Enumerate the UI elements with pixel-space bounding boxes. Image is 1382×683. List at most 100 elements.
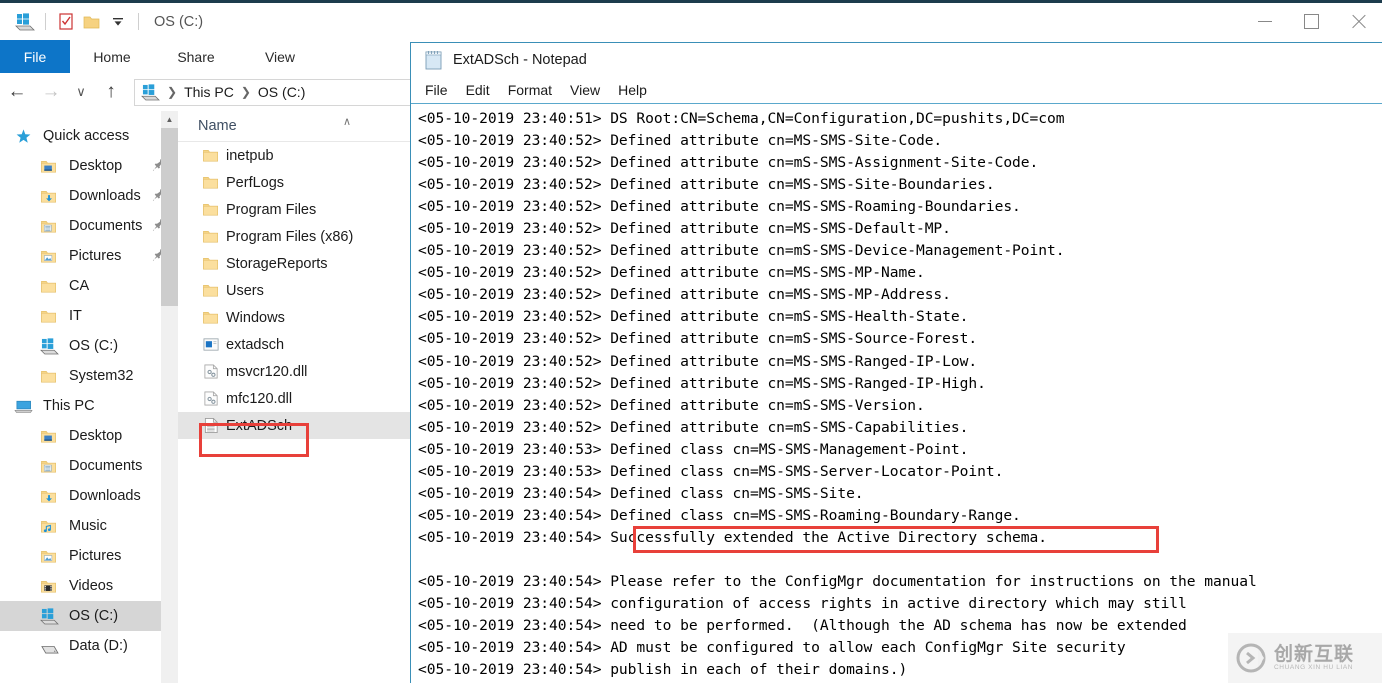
file-name-label: msvcr120.dll <box>226 363 308 380</box>
downloads-folder-icon <box>40 186 62 206</box>
sidebar-item-os-c[interactable]: OS (C:) <box>0 331 178 361</box>
menu-file[interactable]: File <box>425 82 448 98</box>
sidebar-item-label: IT <box>69 308 82 324</box>
desktop-folder-icon <box>40 156 62 176</box>
sidebar-item-system32[interactable]: System32 <box>0 361 178 391</box>
sidebar-item-downloads[interactable]: Downloads <box>0 481 178 511</box>
maximize-button[interactable] <box>1288 3 1335 40</box>
navigation-pane: Quick access Desktop Downloads Documents Pic… <box>0 111 178 683</box>
sidebar-item-label: Data (D:) <box>69 638 128 654</box>
customize-dropdown-icon[interactable] <box>105 9 131 35</box>
sidebar-item-music[interactable]: Music <box>0 511 178 541</box>
explorer-title-bar: OS (C:) <box>0 3 1382 40</box>
menu-format[interactable]: Format <box>508 82 552 98</box>
folder-icon <box>202 147 226 164</box>
minimize-button[interactable] <box>1241 3 1288 40</box>
sidebar-item-desktop[interactable]: Desktop <box>0 151 178 181</box>
desktop-folder-icon <box>40 426 62 446</box>
breadcrumb-item-os-c[interactable]: OS (C:) <box>258 84 305 100</box>
sidebar-item-pictures[interactable]: Pictures <box>0 241 178 271</box>
pictures-folder-icon <box>40 546 62 566</box>
application-icon <box>202 336 226 353</box>
folder-icon <box>202 201 226 218</box>
this-pc-icon <box>14 396 36 416</box>
tab-file[interactable]: File <box>0 40 70 73</box>
back-icon[interactable]: ← <box>0 75 34 109</box>
navpane-scroll-thumb[interactable] <box>161 111 178 306</box>
folder-icon <box>40 276 62 296</box>
sidebar-item-pictures[interactable]: Pictures <box>0 541 178 571</box>
watermark: 创新互联 CHUANG XIN HU LIAN <box>1228 633 1382 683</box>
chevron-up-icon[interactable]: ▲ <box>161 111 178 128</box>
file-name-label: extadsch <box>226 336 285 353</box>
sidebar-item-this-pc[interactable]: This PC <box>0 391 178 421</box>
sidebar-item-label: Quick access <box>43 128 130 144</box>
music-folder-icon <box>40 516 62 536</box>
dll-icon <box>202 390 226 407</box>
sidebar-item-ca[interactable]: CA <box>0 271 178 301</box>
tab-share[interactable]: Share <box>154 40 238 73</box>
file-name-label: mfc120.dll <box>226 390 293 407</box>
sidebar-item-os-c[interactable]: OS (C:) <box>0 601 178 631</box>
file-name-label: StorageReports <box>226 255 328 272</box>
sidebar-item-videos[interactable]: Videos <box>0 571 178 601</box>
up-icon[interactable]: ↑ <box>94 75 128 109</box>
sort-ascending-icon: ∧ <box>343 116 352 128</box>
breadcrumb-separator-2[interactable]: ❯ <box>234 85 258 99</box>
close-button[interactable] <box>1335 3 1382 40</box>
navpane-scrollbar[interactable]: ▲ <box>161 111 178 683</box>
folder-icon <box>202 282 226 299</box>
menu-help[interactable]: Help <box>618 82 647 98</box>
file-name-label: ExtADSch <box>226 417 293 434</box>
sidebar-item-it[interactable]: IT <box>0 301 178 331</box>
forward-icon[interactable]: → <box>34 75 68 109</box>
notepad-text-area[interactable]: <05-10-2019 23:40:51> DS Root:CN=Schema,… <box>412 105 1382 683</box>
sidebar-item-desktop[interactable]: Desktop <box>0 421 178 451</box>
drive-icon <box>40 636 62 656</box>
file-name-label: inetpub <box>226 147 274 164</box>
file-name-label: Windows <box>226 309 285 326</box>
watermark-cn: 创新互联 <box>1274 642 1355 665</box>
sidebar-item-documents[interactable]: Documents <box>0 451 178 481</box>
tab-view[interactable]: View <box>238 40 322 73</box>
recent-locations-icon[interactable]: ∨ <box>68 75 94 109</box>
sidebar-item-label: Pictures <box>69 548 122 564</box>
sidebar-item-downloads[interactable]: Downloads <box>0 181 178 211</box>
sidebar-item-data-d[interactable]: Data (D:) <box>0 631 178 661</box>
folder-icon <box>202 309 226 326</box>
new-folder-icon[interactable] <box>79 9 105 35</box>
menu-view[interactable]: View <box>570 82 600 98</box>
sidebar-item-label: Desktop <box>69 428 123 444</box>
explorer-window-controls <box>1241 3 1382 40</box>
sidebar-item-label: Documents <box>69 458 143 474</box>
watermark-text: 创新互联 CHUANG XIN HU LIAN <box>1274 642 1355 672</box>
this-pc-icon[interactable] <box>12 9 38 35</box>
breadcrumb-separator-1[interactable]: ❯ <box>160 85 184 99</box>
sidebar-item-label: OS (C:) <box>69 608 119 624</box>
sidebar-item-label: Pictures <box>69 248 122 264</box>
drive-windows-icon <box>40 336 62 356</box>
tab-home[interactable]: Home <box>70 40 154 73</box>
sidebar-item-label: Music <box>69 518 107 534</box>
sidebar-item-quick-access[interactable]: Quick access <box>0 121 178 151</box>
file-name-label: PerfLogs <box>226 174 285 191</box>
sidebar-item-label: CA <box>69 278 90 294</box>
sidebar-item-label: Downloads <box>69 188 141 204</box>
sidebar-item-label: Downloads <box>69 488 141 504</box>
sidebar-item-documents[interactable]: Documents <box>0 211 178 241</box>
properties-icon[interactable] <box>53 9 79 35</box>
folder-icon <box>202 174 226 191</box>
breadcrumb-item-this-pc[interactable]: This PC <box>184 84 234 100</box>
folder-icon <box>202 255 226 272</box>
folder-icon <box>40 366 62 386</box>
notepad-title-text: ExtADSch - Notepad <box>453 52 587 68</box>
breadcrumb-pc-icon <box>141 83 160 101</box>
downloads-folder-icon <box>40 486 62 506</box>
sidebar-item-label: OS (C:) <box>69 338 119 354</box>
menu-edit[interactable]: Edit <box>466 82 490 98</box>
notepad-icon <box>423 49 445 71</box>
quick-access-toolbar: OS (C:) <box>0 3 203 40</box>
text-document-icon <box>202 417 226 434</box>
folder-icon <box>202 228 226 245</box>
column-header-label: Name <box>198 118 237 134</box>
